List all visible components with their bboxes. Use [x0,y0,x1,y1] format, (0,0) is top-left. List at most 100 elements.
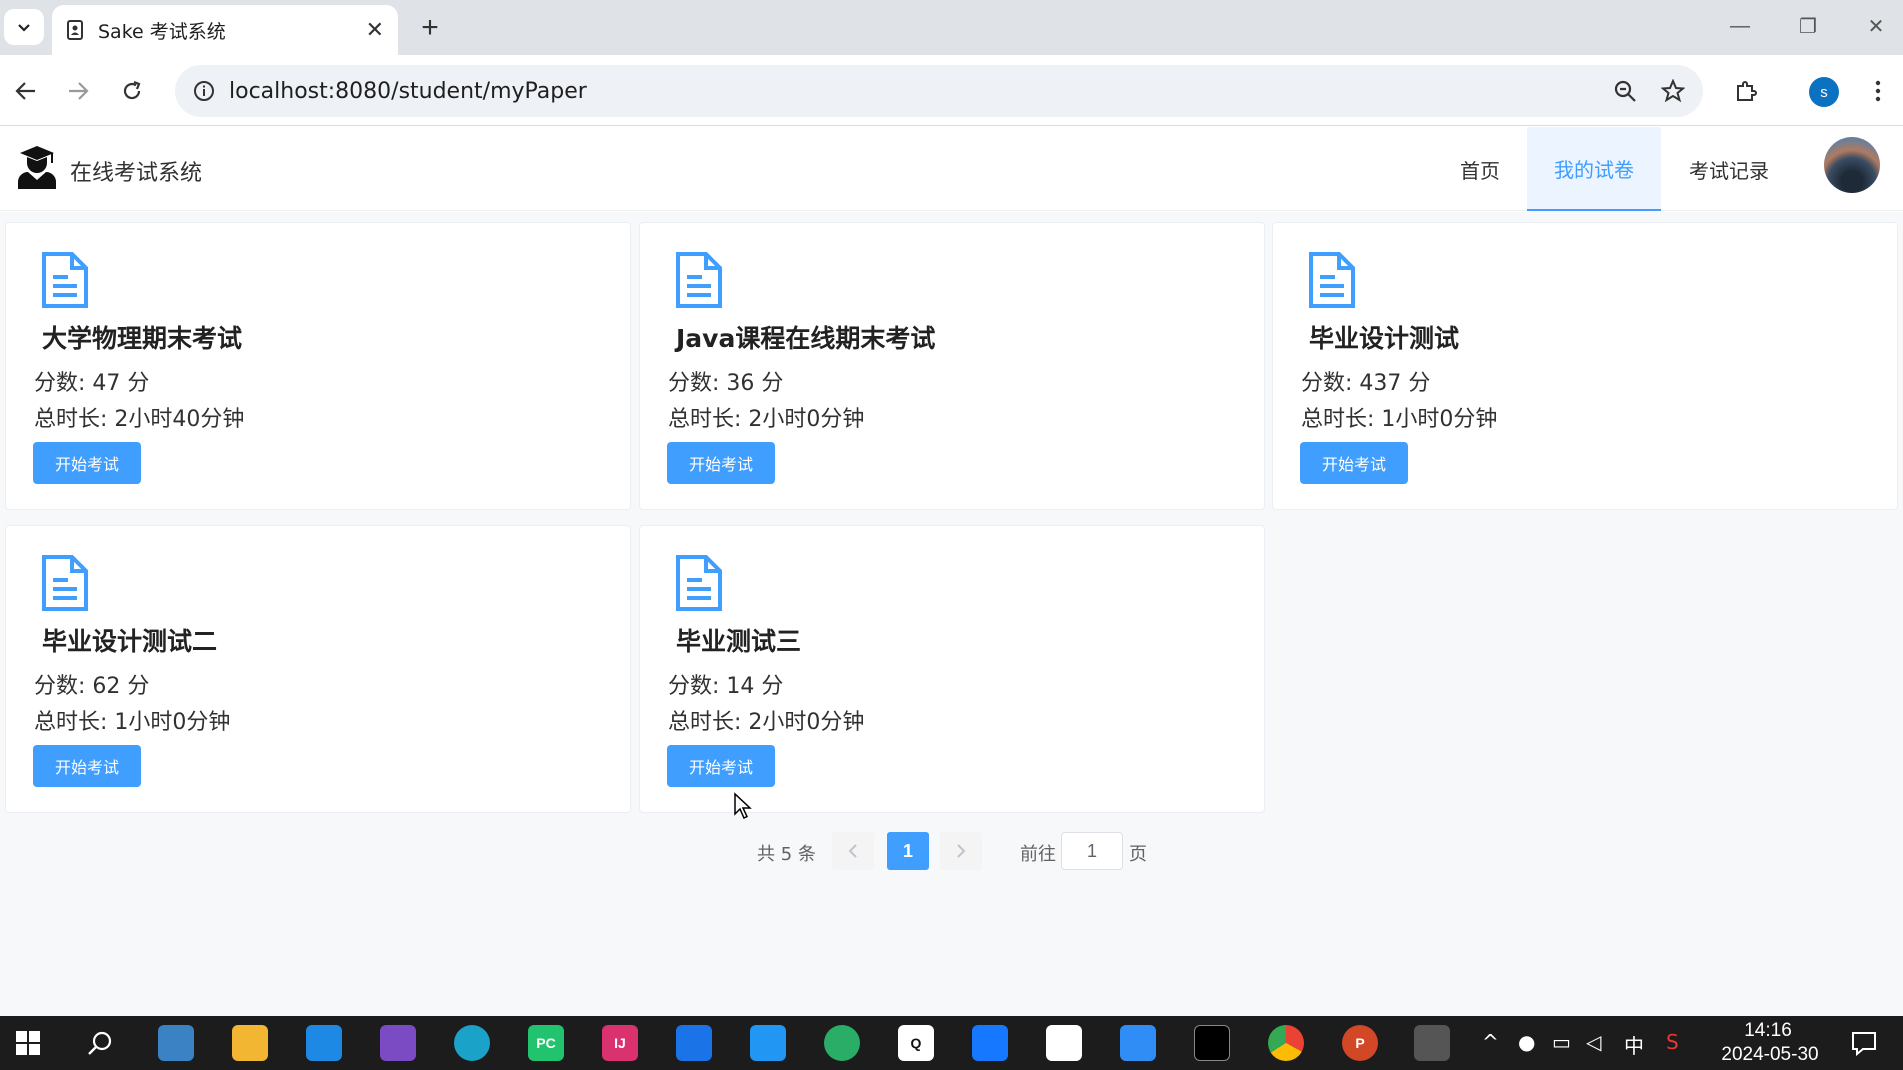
paper-score: 分数: 36 分 [668,371,784,396]
forward-button[interactable] [58,71,98,111]
baidu-netdisk-icon[interactable] [1046,1025,1082,1061]
tray-overflow-icon[interactable]: ^ [1482,1030,1499,1054]
reload-button[interactable] [112,71,152,111]
next-page-button[interactable] [940,832,982,870]
app-title: 在线考试系统 [70,161,203,186]
edge-browser-icon[interactable] [454,1025,490,1061]
zoom-icon[interactable] [1613,79,1637,103]
minimize-button[interactable]: — [1712,8,1768,44]
dingtalk-icon[interactable] [1120,1025,1156,1061]
document-icon [1309,252,1355,308]
bookmark-star-icon[interactable] [1661,79,1685,103]
back-button[interactable] [6,71,46,111]
wechat-icon[interactable] [824,1025,860,1061]
nav-my-papers[interactable]: 我的试卷 [1527,127,1661,211]
paper-duration: 总时长: 1小时0分钟 [1301,407,1498,432]
paper-duration: 总时长: 2小时0分钟 [668,407,865,432]
page-number-current[interactable]: 1 [887,832,929,870]
feishu-icon[interactable] [972,1025,1008,1061]
goto-page-input[interactable] [1061,832,1123,870]
close-window-button[interactable]: ✕ [1848,8,1903,44]
os-taskbar: PC IJ Q P ^ ● ▭ ◁ 中 S 14:16 2024-05-30 [0,1016,1903,1070]
battery-icon[interactable]: ▭ [1552,1030,1571,1054]
paper-card: Java课程在线期末考试 分数: 36 分 总时长: 2小时0分钟 开始考试 [639,222,1265,510]
browser-toolbar: localhost:8080/student/myPaper s [0,55,1903,126]
user-avatar[interactable] [1824,137,1880,193]
more-vertical-icon [1875,80,1881,102]
notification-button[interactable] [1846,1025,1882,1061]
tab-search-button[interactable] [4,9,44,45]
profile-button[interactable]: s [1809,77,1839,107]
start-exam-button[interactable]: 开始考试 [667,745,775,787]
chevron-down-icon [18,24,30,32]
tab-title: Sake 考试系统 [98,20,226,43]
ime-indicator[interactable]: 中 [1624,1030,1644,1059]
document-icon [42,252,88,308]
start-exam-button[interactable]: 开始考试 [33,442,141,484]
control-panel-icon[interactable] [158,1025,194,1061]
qq-icon[interactable]: Q [898,1025,934,1061]
chevron-left-icon [848,844,857,858]
document-icon [676,252,722,308]
chevron-right-icon [957,844,966,858]
start-exam-button[interactable]: 开始考试 [667,442,775,484]
clock-date[interactable]: 2024-05-30 [1715,1044,1825,1066]
paper-title: 毕业设计测试 [1309,324,1460,353]
paper-card: 毕业设计测试二 分数: 62 分 总时长: 1小时0分钟 开始考试 [5,525,631,813]
start-exam-button[interactable]: 开始考试 [33,745,141,787]
paper-score: 分数: 437 分 [1301,371,1431,396]
remote-desktop-icon[interactable] [1414,1025,1450,1061]
paper-card: 毕业设计测试 分数: 437 分 总时长: 1小时0分钟 开始考试 [1272,222,1898,510]
search-icon [88,1031,112,1055]
tray-app-icon[interactable]: ● [1518,1030,1535,1054]
vscode-icon[interactable] [306,1025,342,1061]
arrow-left-icon [15,82,35,100]
mountain-app-icon[interactable] [676,1025,712,1061]
site-info-icon[interactable] [193,80,215,102]
paper-score: 分数: 14 分 [668,674,784,699]
paper-title: 大学物理期末考试 [42,324,243,353]
start-exam-button[interactable]: 开始考试 [1300,442,1408,484]
page-favicon-icon [67,20,83,40]
prev-page-button[interactable] [832,832,874,870]
address-bar[interactable]: localhost:8080/student/myPaper [175,65,1703,117]
notification-icon [1852,1032,1876,1056]
volume-icon[interactable]: ◁ [1586,1030,1601,1054]
restore-button[interactable]: ❐ [1780,8,1836,44]
visual-studio-icon[interactable] [380,1025,416,1061]
reload-icon [123,80,141,100]
extensions-button[interactable] [1726,71,1766,111]
paper-title: 毕业测试三 [676,627,802,656]
intellij-icon[interactable]: IJ [602,1025,638,1061]
new-tab-button[interactable]: + [412,10,448,46]
terminal-icon[interactable] [1194,1025,1230,1061]
nav-exam-records[interactable]: 考试记录 [1676,127,1782,211]
paper-duration: 总时长: 2小时40分钟 [34,407,245,432]
close-tab-icon[interactable]: ✕ [366,17,384,43]
pagination-total: 共 5 条 [757,844,816,865]
nav-home[interactable]: 首页 [1440,127,1520,211]
people-search-icon[interactable] [750,1025,786,1061]
pycharm-icon[interactable]: PC [528,1025,564,1061]
document-icon [42,555,88,611]
search-button[interactable] [82,1025,118,1061]
document-icon [676,555,722,611]
paper-duration: 总时长: 2小时0分钟 [668,710,865,735]
start-button[interactable] [10,1025,46,1061]
paper-card: 大学物理期末考试 分数: 47 分 总时长: 2小时40分钟 开始考试 [5,222,631,510]
paper-score: 分数: 62 分 [34,674,150,699]
powerpoint-icon[interactable]: P [1342,1025,1378,1061]
paper-title: 毕业设计测试二 [42,627,218,656]
browser-menu-button[interactable] [1858,71,1898,111]
url-text[interactable]: localhost:8080/student/myPaper [229,79,1589,104]
app-header: 在线考试系统 首页 我的试卷 考试记录 [0,127,1903,211]
paper-title: Java课程在线期末考试 [676,324,936,353]
sogou-input-icon[interactable]: S [1666,1030,1679,1054]
browser-tab[interactable]: Sake 考试系统 ✕ [52,5,398,55]
file-explorer-icon[interactable] [232,1025,268,1061]
arrow-right-icon [69,82,89,100]
paper-list-area: 大学物理期末考试 分数: 47 分 总时长: 2小时40分钟 开始考试 Java… [0,212,1903,1016]
chrome-icon[interactable] [1268,1025,1304,1061]
goto-label: 前往 [1020,844,1056,865]
clock-time[interactable]: 14:16 [1728,1020,1808,1042]
